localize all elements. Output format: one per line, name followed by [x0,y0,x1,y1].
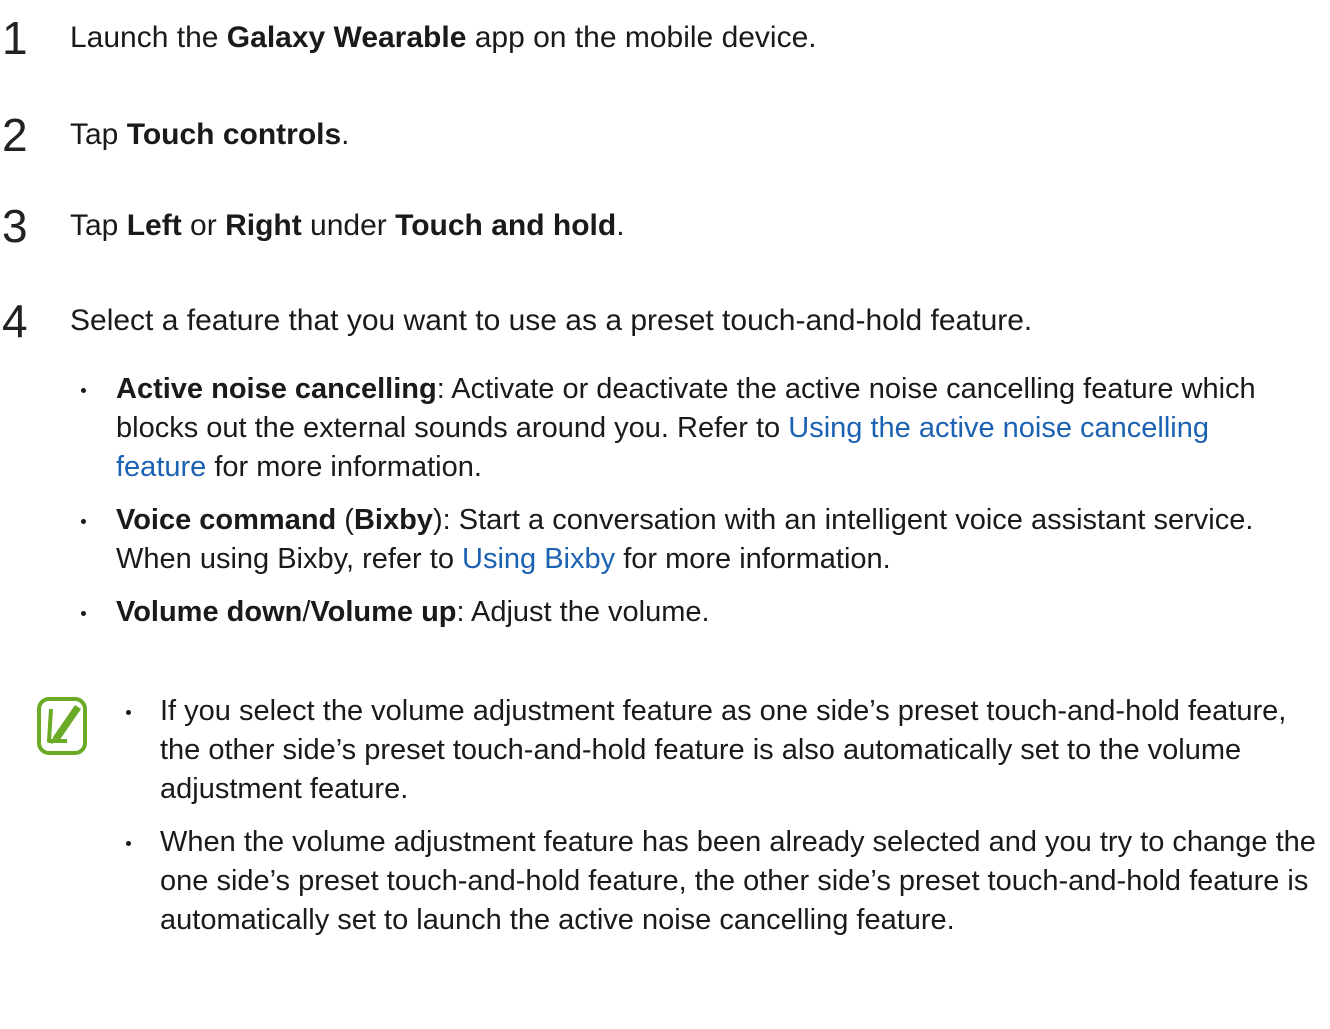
step-4: 4 Select a feature that you want to use … [0,293,1330,353]
feature-desc: ( [336,504,354,536]
option-right: Right [225,209,302,242]
step-1: 1 Launch the Galaxy Wearable app on the … [0,10,1330,70]
feature-name: Volume up [310,596,457,628]
step-text: Tap Left or Right under Touch and hold. [70,206,625,246]
step-text: Select a feature that you want to use as… [70,304,1033,337]
step-text-part: Launch the [70,21,227,54]
note-pencil-icon [37,697,87,755]
list-item: Volume down/Volume up: Adjust the volume… [81,593,1306,632]
step-text: Tap Touch controls. [70,115,350,155]
step-2: 2 Tap Touch controls. [0,107,1330,167]
note-item: When the volume adjustment feature has b… [126,823,1320,940]
feature-desc-end: for more information. [206,451,482,483]
feature-name-bixby: Bixby [353,504,433,536]
feature-name: Voice command [116,504,337,536]
feature-name: Active noise cancelling [116,373,437,405]
list-item: Active noise cancelling: Activate or dea… [81,370,1306,487]
link-using-bixby[interactable]: Using Bixby [462,543,615,575]
step-text-part: . [616,209,625,242]
step-text: Launch the Galaxy Wearable app on the mo… [70,18,817,58]
note-list: If you select the volume adjustment feat… [126,692,1320,954]
step-number: 3 [2,200,28,252]
step-text-part: Tap [70,209,127,242]
step-number: 2 [2,109,28,161]
feature-desc-end: for more information. [615,543,891,575]
step-text-part: under [301,209,396,242]
feature-list: Active noise cancelling: Activate or dea… [81,370,1306,646]
note-item: If you select the volume adjustment feat… [126,692,1320,809]
feature-desc: : Adjust the volume. [456,596,710,628]
menu-touch-controls: Touch controls [126,118,342,151]
menu-touch-and-hold: Touch and hold [395,209,617,242]
step-text-part: or [181,209,226,242]
step-3: 3 Tap Left or Right under Touch and hold… [0,198,1330,258]
option-left: Left [126,209,182,242]
step-text-part: . [341,118,350,151]
list-item: Voice command (Bixby): Start a conversat… [81,501,1306,579]
step-number: 1 [2,12,28,64]
app-name: Galaxy Wearable [226,21,467,54]
step-text-part: Tap [70,118,127,151]
step-number: 4 [2,295,28,347]
step-text-part: app on the mobile device. [466,21,817,54]
feature-name: Volume down [116,596,303,628]
